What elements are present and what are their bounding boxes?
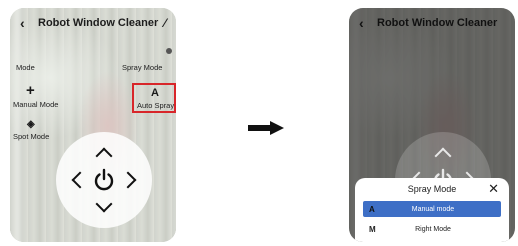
close-icon[interactable]: ✕ xyxy=(488,181,499,197)
arrow-down-icon[interactable] xyxy=(95,195,113,213)
status-dot-icon xyxy=(166,48,172,54)
plus-icon[interactable]: + xyxy=(26,82,35,99)
option-label: Manual mode xyxy=(411,205,455,213)
direction-pad xyxy=(56,132,152,228)
phone-screen-after: ‹ Robot Window Cleaner Spray Mode ✕ A Ma… xyxy=(349,8,515,242)
auto-spray-glyph[interactable]: A xyxy=(151,87,159,99)
back-chevron-icon[interactable]: ‹ xyxy=(20,15,34,31)
right-arrow-icon xyxy=(248,121,284,135)
spray-option-right[interactable]: M Right Mode xyxy=(363,221,501,237)
app-header: ‹ Robot Window Cleaner xyxy=(349,8,515,38)
mode-label: Mode xyxy=(16,63,35,72)
spray-mode-sheet: Spray Mode ✕ A Manual mode M Right Mode xyxy=(355,178,509,242)
phone-screen-before: ‹ Robot Window Cleaner ⁄ Mode + Manual M… xyxy=(10,8,176,242)
spot-mode-label[interactable]: Spot Mode xyxy=(13,132,49,141)
option-key: A xyxy=(369,204,375,214)
spray-mode-label: Spray Mode xyxy=(122,63,163,72)
app-title: Robot Window Cleaner xyxy=(377,17,498,29)
back-chevron-icon: ‹ xyxy=(359,15,364,31)
spray-option-manual[interactable]: A Manual mode xyxy=(363,201,501,217)
app-title: Robot Window Cleaner xyxy=(38,17,159,29)
manual-mode-label[interactable]: Manual Mode xyxy=(13,100,58,109)
spot-mode-icon[interactable]: ◈ xyxy=(27,119,35,130)
option-label: Right Mode xyxy=(415,225,451,233)
app-header: ‹ Robot Window Cleaner ⁄ xyxy=(10,8,176,38)
arrow-up-icon[interactable] xyxy=(95,147,113,165)
arrow-up-icon xyxy=(434,147,452,165)
sheet-title: Spray Mode xyxy=(407,184,457,194)
arrow-left-icon[interactable] xyxy=(71,171,89,189)
auto-spray-label[interactable]: Auto Spray xyxy=(137,101,174,110)
edit-pencil-icon[interactable]: ⁄ xyxy=(164,16,166,30)
arrow-right-icon[interactable] xyxy=(119,171,137,189)
power-icon[interactable] xyxy=(92,168,116,192)
option-key: M xyxy=(369,224,376,234)
